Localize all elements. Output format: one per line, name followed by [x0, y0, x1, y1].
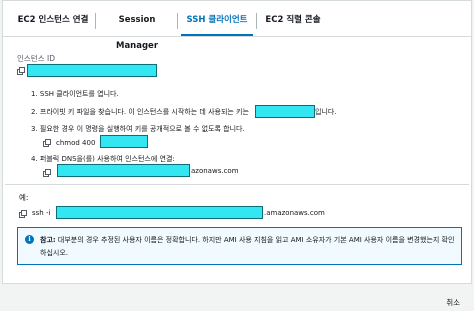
public-dns-redacted: [57, 164, 190, 177]
connect-panel: EC2 인스턴스 연결 Session Manager SSH 클라이언트 EC…: [2, 0, 472, 284]
step-text: SSH 클라이언트를 엽니다.: [39, 90, 119, 98]
step-4: 4. 퍼블릭 DNS을(를) 사용하여 인스턴스에 연결:: [31, 154, 175, 164]
step-text: 프라이빗 키 파일을 찾습니다. 이 인스턴스를 시작하는 데 사용되는 키는: [39, 108, 249, 116]
tab-session-manager[interactable]: Session Manager: [99, 7, 175, 51]
step-text: 필요한 경우 이 명령을 실행하여 키를 공개적으로 볼 수 없도록 합니다.: [39, 125, 245, 133]
instance-id-redacted: [27, 64, 157, 77]
public-dns-suffix: azonaws.com: [191, 167, 239, 175]
step-number: 4.: [31, 155, 38, 163]
alert-title: 참고:: [40, 236, 56, 244]
step-3: 3. 필요한 경우 이 명령을 실행하여 키를 공개적으로 볼 수 없도록 합니…: [31, 124, 245, 134]
tab-separator: [95, 13, 96, 29]
step-number: 3.: [31, 125, 38, 133]
cancel-button[interactable]: 취소: [446, 297, 460, 308]
alert-message: 참고: 대부분의 경우 추정된 사용자 이름은 정확합니다. 하지만 AMI 사…: [40, 234, 458, 260]
key-name-redacted: [255, 105, 315, 118]
divider: [5, 184, 469, 185]
alert-body: 대부분의 경우 추정된 사용자 이름은 정확합니다. 하지만 AMI 사용 지침…: [40, 236, 455, 257]
step-number: 1.: [31, 90, 38, 98]
chmod-command: chmod 400: [56, 139, 96, 147]
info-alert: i 참고: 대부분의 경우 추정된 사용자 이름은 정확합니다. 하지만 AMI…: [17, 227, 462, 265]
tab-ssh-client[interactable]: SSH 클라이언트: [181, 7, 253, 36]
copy-icon[interactable]: [17, 67, 25, 75]
step-2-suffix: 입니다.: [315, 108, 337, 116]
example-label: 예:: [19, 193, 29, 202]
chmod-key-redacted: [100, 135, 148, 148]
copy-icon[interactable]: [43, 169, 51, 177]
tab-bar: EC2 인스턴스 연결 Session Manager SSH 클라이언트 EC…: [3, 7, 471, 51]
copy-icon[interactable]: [19, 210, 27, 218]
instance-id-label: 인스턴스 ID: [17, 54, 55, 63]
ssh-command-prefix: ssh -i: [32, 209, 51, 217]
copy-icon[interactable]: [43, 139, 51, 147]
ssh-command-redacted: [56, 206, 263, 219]
info-icon: i: [25, 235, 34, 244]
step-1: 1. SSH 클라이언트를 엽니다.: [31, 89, 119, 99]
tab-ec2-serial-console[interactable]: EC2 직렬 콘솔: [261, 7, 325, 36]
tab-separator: [256, 13, 257, 29]
step-2: 2. 프라이빗 키 파일을 찾습니다. 이 인스턴스를 시작하는 데 사용되는 …: [31, 107, 249, 117]
ssh-command-suffix: .amazonaws.com: [264, 209, 325, 217]
tab-separator: [177, 13, 178, 29]
tab-ec2-instance-connect[interactable]: EC2 인스턴스 연결: [15, 7, 91, 36]
step-text: 퍼블릭 DNS을(를) 사용하여 인스턴스에 연결:: [39, 155, 175, 163]
step-number: 2.: [31, 108, 38, 116]
